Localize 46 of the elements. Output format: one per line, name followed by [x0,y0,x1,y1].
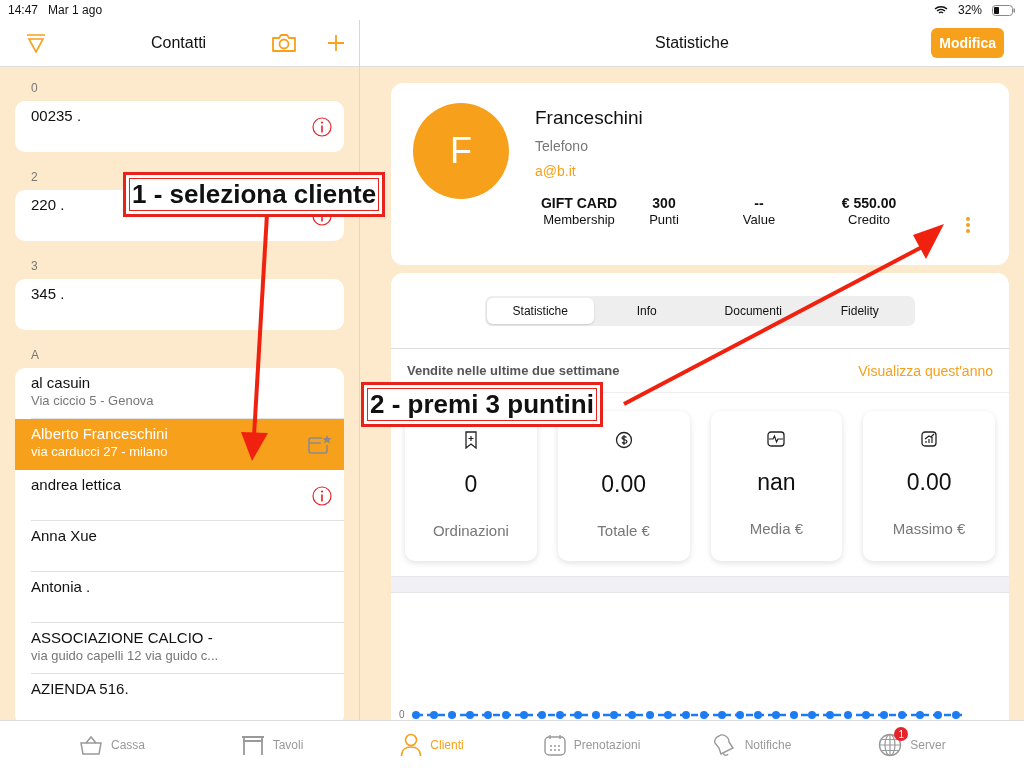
tile-value: 0 [464,471,478,498]
customer-name: Franceschini [535,107,644,129]
tile-label: Totale € [597,522,650,539]
contact-name: Alberto Franceschini [31,425,168,442]
contact-name: Anna Xue [31,527,97,544]
contact-name: Antonia . [31,578,91,595]
contact-name: 00235 . [31,107,82,124]
stat-value: 300 [651,195,677,211]
section-header: 0 [30,80,39,97]
contact-name: al casuin [31,374,91,391]
contact-name: AZIENDA 516. [31,680,129,697]
tile-label: Media € [749,520,804,537]
instruction-tooltip: 2 - premi 3 puntini [361,382,603,427]
customer-phone: Telefono [535,138,589,154]
tile-value: 0.00 [906,469,952,496]
panel-title: Contatti [151,34,208,52]
contact-name: ASSOCIAZIONE CALCIO - [31,629,213,646]
stat-label: Value [741,212,777,227]
avatar: F [413,103,509,199]
contact-address: via guido capelli 12 via guido c... [31,648,219,663]
instruction-tooltip: 1 - seleziona cliente [123,172,386,217]
status-date: Mar 1 ago [48,3,103,17]
battery-percent: 32% [957,3,982,17]
notification-badge: 1 [894,727,909,741]
contact-name: andrea lettica [31,476,122,493]
axis-label: 0 [399,709,405,720]
stat-label: Punti [648,212,680,227]
contact-address: Via ciccio 5 - Genova [31,393,154,408]
stat-label: Membership [542,212,616,227]
section-header: 3 [30,258,39,275]
period-heading: Vendite nelle ultime due settimane [407,363,620,378]
section-header: 2 [30,169,39,186]
contact-name: 345 . [31,285,65,302]
stat-value: GIFT CARD [539,195,619,211]
contact-address: via carducci 27 - milano [31,444,168,459]
stat-label: Credito [847,212,891,227]
contact-name: 220 . [31,196,65,213]
stat-value: -- [753,195,765,211]
panel-title: Statistiche [655,34,729,52]
tile-value: 0.00 [601,471,646,498]
tile-label: Massimo € [892,520,966,537]
section-header: A [30,347,40,364]
tile-value: nan [757,469,796,496]
stat-value: € 550.00 [840,195,898,211]
tile-label: Ordinazioni [432,522,509,539]
status-time: 14:47 [8,3,39,17]
